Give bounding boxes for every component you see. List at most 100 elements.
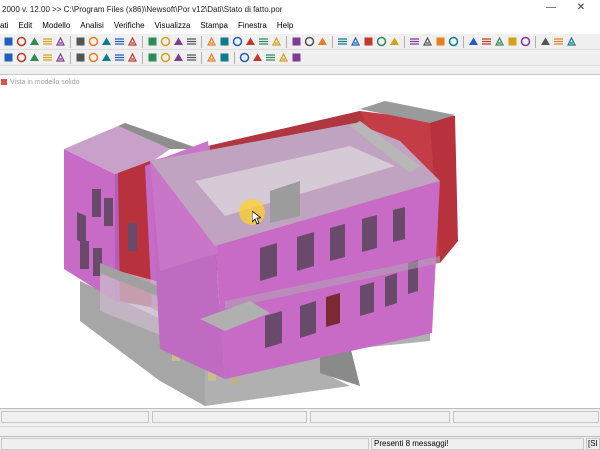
menu-verifiche[interactable]: Verifiche — [109, 18, 150, 34]
next-icon[interactable] — [172, 36, 184, 48]
line-icon[interactable] — [146, 52, 158, 64]
target-icon[interactable] — [349, 36, 361, 48]
light-icon-shape — [292, 53, 300, 62]
building-3d-model[interactable] — [0, 75, 600, 409]
save-icon[interactable] — [15, 36, 27, 48]
shear-icon[interactable] — [316, 36, 328, 48]
render-icon[interactable] — [238, 52, 250, 64]
export-icon[interactable] — [565, 36, 577, 48]
pillar-icon[interactable] — [126, 52, 138, 64]
main-window-4 — [362, 215, 377, 252]
verify-icon[interactable] — [552, 36, 564, 48]
shade-icon[interactable] — [277, 52, 289, 64]
stats-icon[interactable] — [421, 36, 433, 48]
grid-icon[interactable] — [205, 36, 217, 48]
trim-icon-shape — [220, 53, 228, 62]
zoom-all-icon[interactable] — [113, 36, 125, 48]
folder-icon-shape — [4, 37, 12, 46]
rotate-icon[interactable] — [41, 52, 53, 64]
copy-icon[interactable] — [41, 36, 53, 48]
frame-icon-shape — [232, 36, 242, 47]
load-icon-shape — [508, 37, 516, 46]
report-icon[interactable] — [519, 36, 531, 48]
info-icon[interactable] — [447, 36, 459, 48]
print-icon[interactable] — [28, 36, 40, 48]
menu-help[interactable]: Help — [272, 18, 298, 34]
beam-icon[interactable] — [480, 36, 492, 48]
column-icon-shape — [114, 54, 124, 61]
menu-dati[interactable]: ati — [0, 18, 13, 34]
graph-icon[interactable] — [303, 36, 315, 48]
model-viewport[interactable]: Vista in modello solido — [0, 74, 600, 408]
polyline-icon[interactable] — [172, 52, 184, 64]
menu-finestra[interactable]: Finestra — [233, 18, 272, 34]
zoom-in-icon-shape — [76, 37, 84, 46]
toolbar-separator — [404, 35, 405, 48]
arc-icon[interactable] — [159, 52, 171, 64]
solid-icon[interactable] — [264, 52, 276, 64]
zoom-out-icon-shape — [88, 36, 98, 47]
main-window-7 — [300, 301, 316, 338]
palette-icon[interactable] — [257, 36, 269, 48]
zoom-window-icon[interactable] — [100, 36, 112, 48]
close-button[interactable]: ✕ — [566, 0, 596, 18]
settings-icon[interactable] — [539, 36, 551, 48]
folder-icon[interactable] — [2, 36, 14, 48]
window-icon[interactable] — [87, 52, 99, 64]
chart-icon[interactable] — [434, 36, 446, 48]
toolbar-separator — [201, 35, 202, 48]
dimension-icon-shape — [55, 52, 65, 62]
menu-stampa[interactable]: Stampa — [195, 18, 233, 34]
zoom-in-icon[interactable] — [74, 36, 86, 48]
menu-analisi[interactable]: Analisi — [75, 18, 109, 34]
main-window-2 — [297, 232, 314, 271]
rotate-icon-shape — [42, 54, 52, 61]
select-icon[interactable] — [2, 52, 14, 64]
status-messages[interactable]: Presenti 8 messaggi! — [371, 438, 584, 450]
mesh-icon[interactable] — [218, 36, 230, 48]
info-cell-4 — [453, 411, 599, 423]
check-icon[interactable] — [375, 36, 387, 48]
clipboard-icon[interactable] — [54, 36, 66, 48]
load-icon[interactable] — [506, 36, 518, 48]
bars-icon[interactable] — [290, 36, 302, 48]
menu-visualizza[interactable]: Visualizza — [150, 18, 196, 34]
stair-icon[interactable] — [100, 52, 112, 64]
wireframe-icon[interactable] — [251, 52, 263, 64]
info-cell-1 — [1, 411, 149, 423]
minimize-button[interactable]: — — [536, 0, 566, 18]
extend-icon[interactable] — [205, 52, 217, 64]
line-icon-shape — [148, 53, 156, 62]
trim-icon[interactable] — [218, 52, 230, 64]
section-icon[interactable] — [408, 36, 420, 48]
dimension-icon[interactable] — [54, 52, 66, 64]
graph-icon-shape — [304, 36, 314, 47]
mouse-pointer-icon — [252, 211, 261, 225]
toolbar-separator — [70, 35, 71, 48]
zoom-out-icon[interactable] — [87, 36, 99, 48]
prev-icon[interactable] — [159, 36, 171, 48]
select-all-icon[interactable] — [15, 52, 27, 64]
columns-icon[interactable] — [270, 36, 282, 48]
nodes-icon[interactable] — [362, 36, 374, 48]
last-icon[interactable] — [185, 36, 197, 48]
slab-icon[interactable] — [493, 36, 505, 48]
pan-icon[interactable] — [126, 36, 138, 48]
first-icon[interactable] — [146, 36, 158, 48]
main-window-10 — [385, 273, 397, 307]
arc-icon-shape — [160, 52, 170, 63]
menu-modello[interactable]: Modello — [37, 18, 75, 34]
menu-edit[interactable]: Edit — [13, 18, 37, 34]
wall-icon[interactable] — [467, 36, 479, 48]
calc-icon[interactable] — [388, 36, 400, 48]
info-icon-shape — [448, 36, 458, 47]
column-icon[interactable] — [113, 52, 125, 64]
move-icon[interactable] — [28, 52, 40, 64]
node-move-icon[interactable] — [185, 52, 197, 64]
fill-icon[interactable] — [336, 36, 348, 48]
frame-icon[interactable] — [231, 36, 243, 48]
light-icon[interactable] — [290, 52, 302, 64]
door-icon[interactable] — [74, 52, 86, 64]
first-icon-shape — [148, 37, 156, 46]
layers-icon[interactable] — [244, 36, 256, 48]
